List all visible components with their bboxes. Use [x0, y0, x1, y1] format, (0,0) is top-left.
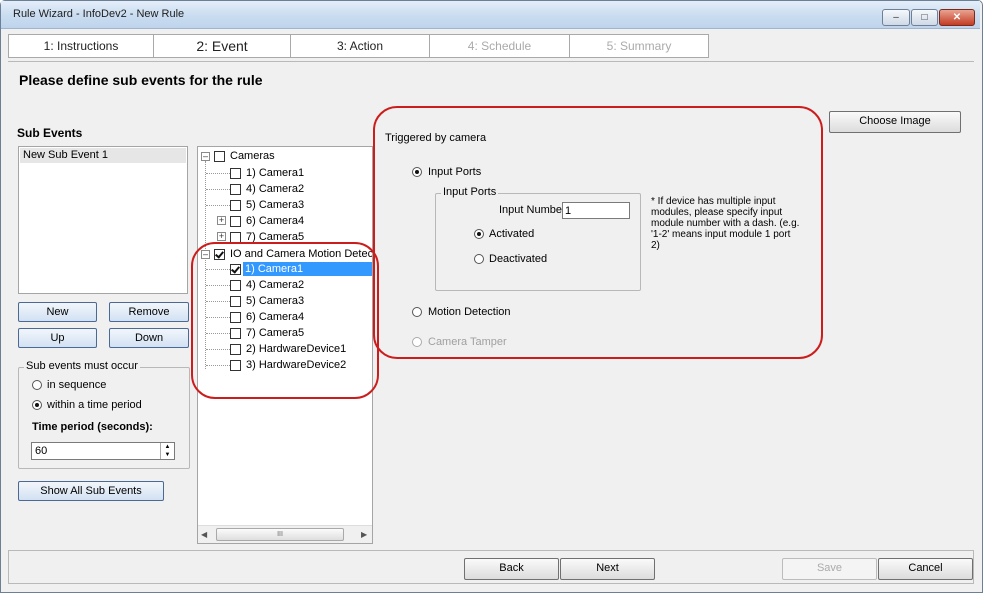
- save-button: Save: [782, 558, 877, 580]
- collapse-icon[interactable]: –: [201, 152, 210, 161]
- tree-node[interactable]: 6) Camera4: [244, 214, 306, 228]
- deactivated-radio[interactable]: [474, 254, 484, 264]
- activated-label: Activated: [489, 228, 535, 240]
- show-all-sub-events-button[interactable]: Show All Sub Events: [18, 481, 164, 501]
- title-bar: Rule Wizard - InfoDev2 - New Rule – □ ✕: [1, 1, 980, 29]
- within-period-radio[interactable]: [32, 400, 42, 410]
- deactivated-label: Deactivated: [489, 253, 548, 265]
- input-ports-group-label: Input Ports: [441, 186, 499, 198]
- tab-event[interactable]: 2: Event: [153, 34, 291, 58]
- in-sequence-radio[interactable]: [32, 380, 42, 390]
- time-period-stepper[interactable]: 60 ▲ ▼: [31, 442, 175, 460]
- up-button[interactable]: Up: [18, 328, 97, 348]
- scroll-right-icon[interactable]: ▶: [361, 530, 367, 539]
- sub-events-title: Sub Events: [17, 126, 83, 140]
- multiple-modules-note: * If device has multiple input modules, …: [651, 196, 800, 251]
- sub-events-list[interactable]: New Sub Event 1: [18, 146, 188, 294]
- tab-instructions[interactable]: 1: Instructions: [8, 34, 154, 58]
- tree-checkbox[interactable]: [230, 216, 241, 227]
- camera-tamper-radio: [412, 337, 422, 347]
- tab-divider: [8, 61, 974, 62]
- tab-action[interactable]: 3: Action: [290, 34, 430, 58]
- back-button[interactable]: Back: [464, 558, 559, 580]
- stepper-down-icon[interactable]: ▼: [160, 451, 174, 459]
- close-button[interactable]: ✕: [939, 9, 975, 26]
- time-period-label: Time period (seconds):: [32, 421, 153, 433]
- tree-horizontal-scrollbar[interactable]: ◀ III ▶: [198, 525, 372, 543]
- tree-checkbox[interactable]: [230, 168, 241, 179]
- scroll-thumb[interactable]: III: [216, 528, 344, 541]
- input-ports-radio[interactable]: [412, 167, 422, 177]
- tab-summary: 5: Summary: [569, 34, 709, 58]
- new-button[interactable]: New: [18, 302, 97, 322]
- minimize-button[interactable]: –: [882, 9, 910, 26]
- next-button[interactable]: Next: [560, 558, 655, 580]
- choose-image-button[interactable]: Choose Image: [829, 111, 961, 133]
- expand-icon[interactable]: +: [217, 216, 226, 225]
- within-period-label: within a time period: [47, 399, 142, 411]
- cancel-button[interactable]: Cancel: [878, 558, 973, 580]
- input-number-field[interactable]: [562, 202, 630, 219]
- motion-detection-label: Motion Detection: [428, 306, 511, 318]
- tree-checkbox[interactable]: [230, 200, 241, 211]
- stepper-up-icon[interactable]: ▲: [160, 443, 174, 451]
- remove-button[interactable]: Remove: [109, 302, 189, 322]
- input-ports-label: Input Ports: [428, 166, 482, 178]
- tree-node-cameras[interactable]: Cameras: [228, 149, 277, 163]
- window-title: Rule Wizard - InfoDev2 - New Rule: [13, 8, 185, 20]
- tree-checkbox[interactable]: [230, 184, 241, 195]
- down-button[interactable]: Down: [109, 328, 189, 348]
- time-period-value[interactable]: 60: [35, 445, 47, 457]
- tree-node[interactable]: 1) Camera1: [244, 166, 306, 180]
- scroll-left-icon[interactable]: ◀: [201, 530, 207, 539]
- activated-radio[interactable]: [474, 229, 484, 239]
- sub-event-item[interactable]: New Sub Event 1: [20, 148, 186, 163]
- highlight-oval-tree: [191, 242, 379, 399]
- input-number-label: Input Number: [499, 204, 566, 216]
- trigger-title: Triggered by camera: [385, 132, 487, 144]
- expand-icon[interactable]: +: [217, 232, 226, 241]
- motion-detection-radio[interactable]: [412, 307, 422, 317]
- page-heading: Please define sub events for the rule: [19, 72, 263, 88]
- maximize-button[interactable]: □: [911, 9, 938, 26]
- tree-node[interactable]: 5) Camera3: [244, 198, 306, 212]
- cameras-checkbox[interactable]: [214, 151, 225, 162]
- tree-node[interactable]: 4) Camera2: [244, 182, 306, 196]
- tab-schedule: 4: Schedule: [429, 34, 570, 58]
- camera-tamper-label: Camera Tamper: [428, 336, 507, 348]
- in-sequence-label: in sequence: [47, 379, 107, 391]
- occur-group-label: Sub events must occur: [24, 360, 140, 372]
